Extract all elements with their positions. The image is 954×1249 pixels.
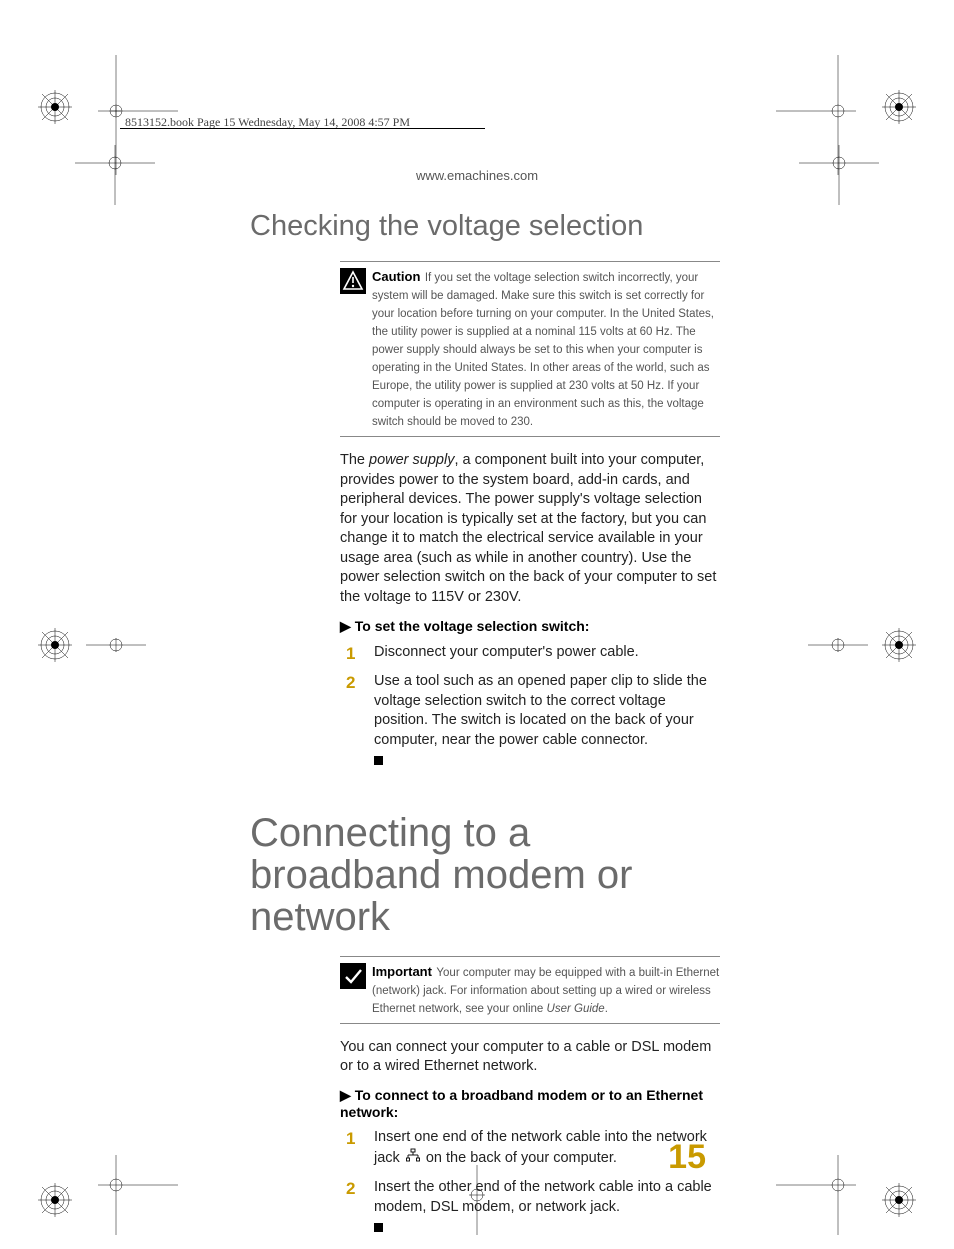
caution-body-text: If you set the voltage selection switch …	[372, 272, 714, 428]
step-text: Insert the other end of the network cabl…	[374, 1179, 712, 1215]
procedure-title-text: To connect to a broadband modem or to an…	[340, 1087, 703, 1120]
caution-callout: Caution If you set the voltage selection…	[340, 261, 720, 437]
crop-mark-icon	[808, 628, 868, 662]
voltage-paragraph: The power supply, a component built into…	[340, 451, 720, 608]
header-rule	[120, 128, 485, 129]
procedure-title-network: ▶To connect to a broadband modem or to a…	[340, 1087, 720, 1120]
step-item: Insert the other end of the network cabl…	[374, 1178, 720, 1239]
network-jack-icon	[406, 1148, 420, 1169]
step-item: Disconnect your computer's power cable.	[374, 643, 720, 663]
important-label: Important	[372, 963, 432, 979]
important-icon	[340, 963, 366, 989]
para-text: , a component built into your computer, …	[340, 452, 716, 605]
network-steps: Insert one end of the network cable into…	[340, 1128, 720, 1239]
triangle-icon: ▶	[340, 618, 351, 634]
important-body-text: .	[605, 1003, 608, 1015]
procedure-title-text: To set the voltage selection switch:	[355, 618, 590, 634]
registration-target-icon	[882, 1183, 916, 1217]
caution-icon	[340, 268, 366, 294]
triangle-icon: ▶	[340, 1087, 351, 1103]
step-text: Use a tool such as an opened paper clip …	[374, 673, 707, 748]
page-number: 15	[668, 1138, 706, 1177]
caution-label: Caution	[372, 268, 420, 284]
registration-target-icon	[38, 628, 72, 662]
crop-mark-icon	[75, 145, 155, 225]
important-callout: Important Your computer may be equipped …	[340, 956, 720, 1024]
step-item: Use a tool such as an opened paper clip …	[374, 672, 720, 772]
end-marker-icon	[374, 756, 383, 765]
crop-mark-icon	[98, 1155, 218, 1235]
page-content: Checking the voltage selection Caution I…	[250, 200, 720, 1249]
procedure-title-voltage: ▶To set the voltage selection switch:	[340, 618, 720, 635]
page: 8513152.book Page 15 Wednesday, May 14, …	[0, 0, 954, 1235]
registration-target-icon	[882, 628, 916, 662]
registration-target-icon	[882, 90, 916, 124]
caution-body: If you set the voltage selection switch …	[372, 272, 714, 428]
crop-mark-icon	[86, 628, 146, 662]
para-italic: power supply	[369, 452, 454, 468]
crop-mark-icon	[736, 55, 856, 175]
crop-mark-icon	[799, 145, 879, 225]
registration-target-icon	[38, 90, 72, 124]
voltage-steps: Disconnect your computer's power cable. …	[340, 643, 720, 772]
crop-mark-icon	[736, 1155, 856, 1235]
step-text: on the back of your computer.	[422, 1150, 617, 1166]
section-heading-network: Connecting to a broadband modem or netwo…	[250, 812, 720, 938]
network-paragraph: You can connect your computer to a cable…	[340, 1038, 720, 1077]
end-marker-icon	[374, 1223, 383, 1232]
registration-target-icon	[38, 1183, 72, 1217]
important-body-italic: User Guide	[547, 1003, 605, 1015]
section-heading-voltage: Checking the voltage selection	[250, 210, 720, 243]
header-url: www.emachines.com	[0, 168, 954, 183]
para-text: The	[340, 452, 369, 468]
